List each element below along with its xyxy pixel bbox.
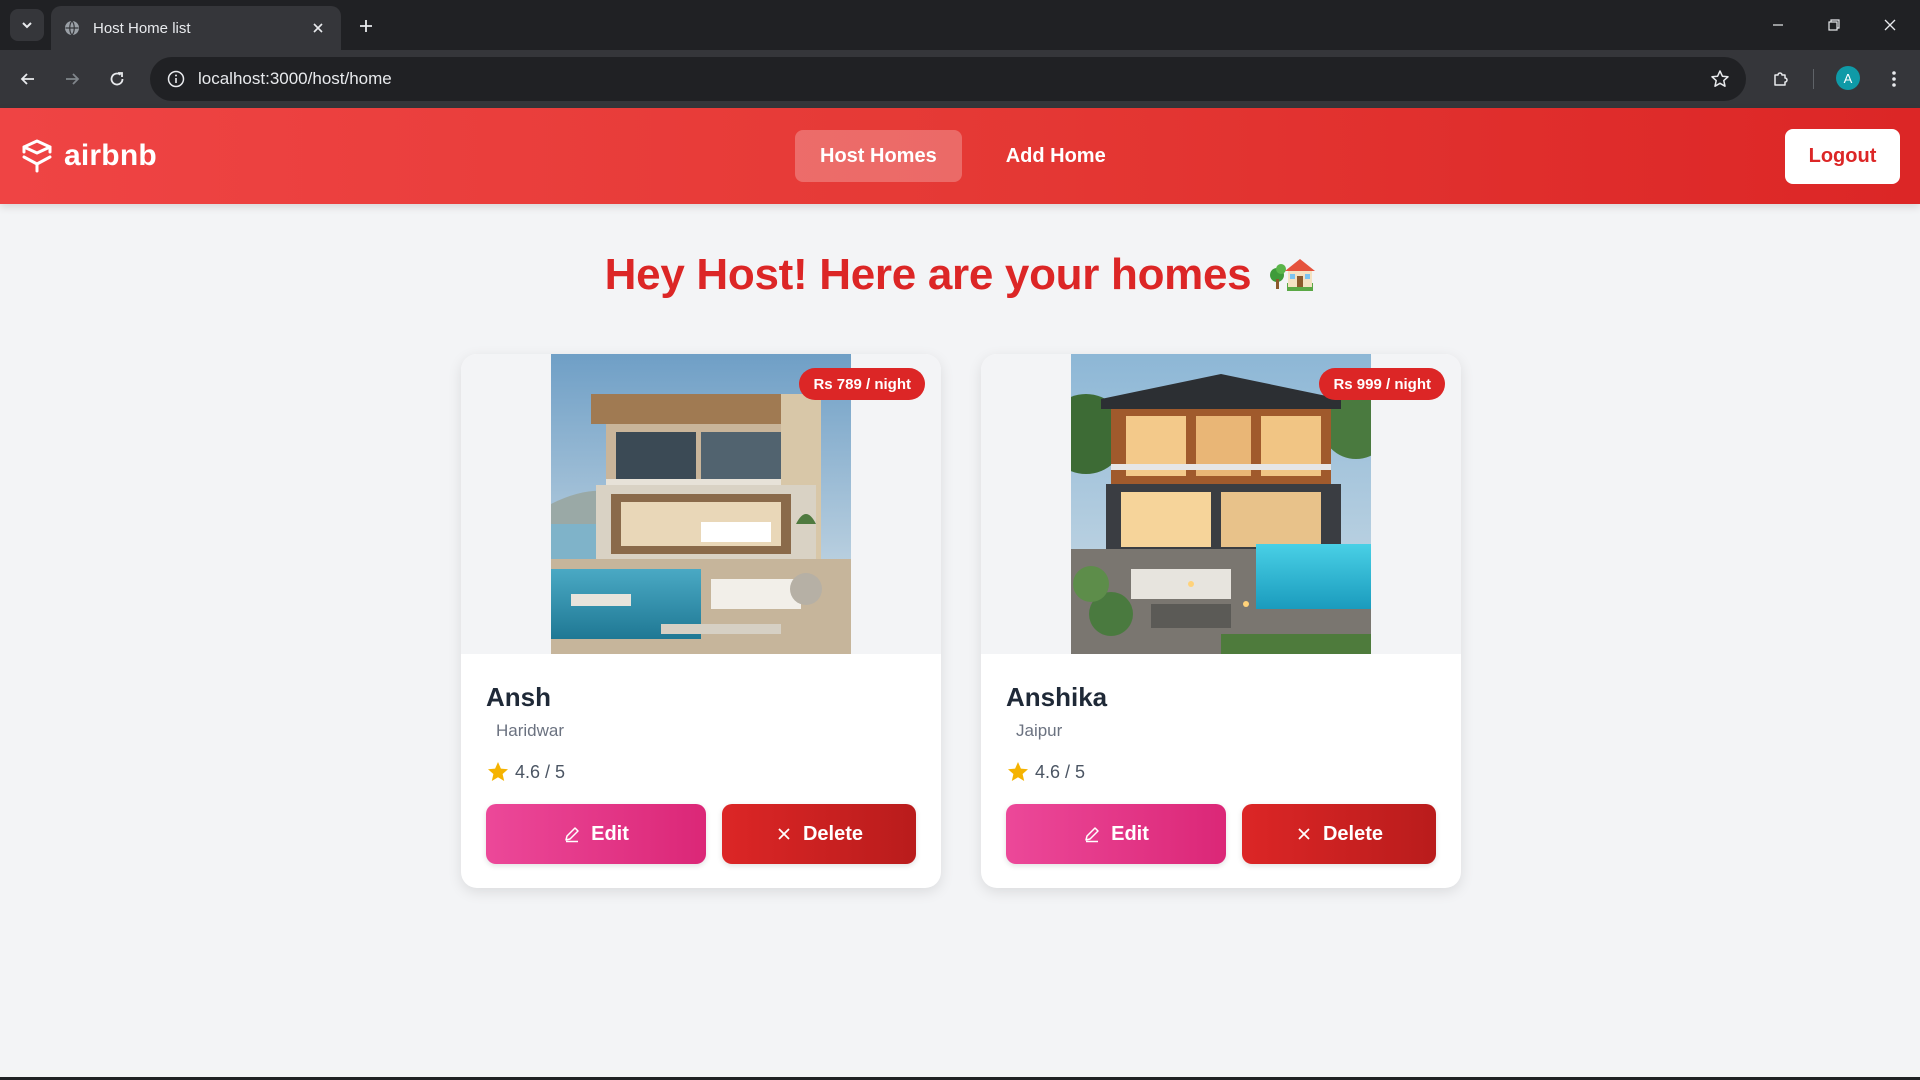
delete-label: Delete [802,822,864,845]
restore-icon [1828,19,1840,31]
edit-label: Edit [591,822,629,845]
brand-logo[interactable]: airbnb [20,136,157,176]
brand-name: airbnb [64,139,157,172]
home-card: Rs 999 / night Anshika Jaipur 4.6 / 5 Ed… [981,354,1461,888]
edit-label: Edit [1111,822,1149,845]
pencil-icon [1085,827,1099,843]
home-rating: 4.6 / 5 [1006,760,1085,784]
delete-button[interactable]: Delete [722,804,916,864]
arrow-right-icon [66,73,80,85]
tab-title: Host Home list [93,19,191,37]
profile-avatar[interactable]: A [1836,66,1860,90]
nav-add-home[interactable]: Add Home [981,130,1131,182]
chevron-down-icon [22,22,32,29]
nav-host-homes[interactable]: Host Homes [795,130,962,182]
tab-search-button[interactable] [10,9,44,41]
home-name: Anshika [1006,682,1108,712]
close-tab-icon[interactable] [307,17,329,39]
home-rating: 4.6 / 5 [486,760,565,784]
close-icon [778,828,790,840]
browser-toolbar: localhost:3000/host/home A [0,50,1920,108]
bookmark-star-icon[interactable] [1706,65,1734,93]
home-card-media: Rs 999 / night [981,354,1461,654]
more-menu-icon[interactable] [1878,63,1910,95]
star-icon [488,762,508,781]
home-location: Haridwar [496,721,565,740]
browser-tab[interactable]: Host Home list [51,6,341,50]
close-window-button[interactable] [1862,0,1918,50]
extensions-icon[interactable] [1765,63,1797,95]
edit-button[interactable]: Edit [1006,804,1226,864]
arrow-left-icon [20,73,34,85]
new-tab-button[interactable] [352,12,380,40]
home-card: Rs 789 / night Ansh Haridwar 4.6 / 5 Edi… [461,354,941,888]
minimize-icon [1773,24,1783,26]
pencil-icon [565,827,579,843]
plus-icon [360,20,372,32]
page-title-text: Hey Host! Here are your homes [604,250,1252,299]
edit-button[interactable]: Edit [486,804,706,864]
star-icon [1008,762,1028,781]
page-title: Hey Host! Here are your homes [0,250,1920,304]
home-photo[interactable] [1071,354,1371,654]
home-photo[interactable] [551,354,851,654]
house-with-garden-icon [1269,253,1316,304]
reload-button[interactable] [101,63,133,95]
toolbar-divider [1813,69,1814,89]
address-bar[interactable]: localhost:3000/host/home [150,57,1746,101]
app-header: airbnb Host Homes Add Home Logout [0,108,1920,204]
minimize-window-button[interactable] [1750,0,1806,50]
globe-icon [63,19,81,37]
back-button[interactable] [12,63,44,95]
delete-label: Delete [1322,822,1384,845]
logout-button[interactable]: Logout [1785,129,1900,184]
rating-value: 4.6 / 5 [1035,761,1086,782]
close-icon [1884,19,1896,31]
delete-button[interactable]: Delete [1242,804,1436,864]
forward-button[interactable] [56,63,88,95]
site-info-icon[interactable] [154,57,198,101]
price-badge: Rs 789 / night [799,368,925,400]
url-text[interactable]: localhost:3000/host/home [198,69,392,89]
restore-window-button[interactable] [1806,0,1862,50]
home-name: Ansh [486,682,551,712]
main-nav: Host Homes Add Home [795,130,1131,182]
cube-logo-icon [22,139,52,173]
price-badge: Rs 999 / night [1319,368,1445,400]
home-card-media: Rs 789 / night [461,354,941,654]
close-icon [1298,828,1310,840]
home-location: Jaipur [1016,721,1063,740]
reload-icon [110,72,124,86]
browser-tab-bar: Host Home list [0,0,1920,50]
rating-value: 4.6 / 5 [515,761,566,782]
